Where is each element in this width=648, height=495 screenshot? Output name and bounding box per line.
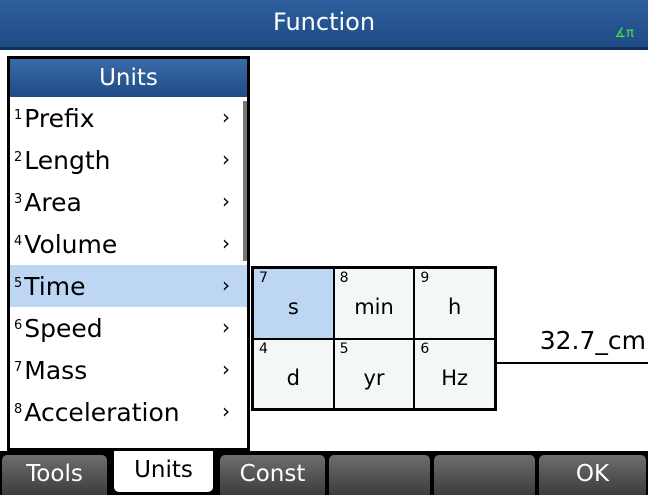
unit-shortcut-key: 8 <box>339 270 349 286</box>
unit-option-d[interactable]: 4 d <box>253 338 334 409</box>
time-unit-picker: 7 s 8 min 9 h 4 d 5 yr 6 Hz <box>251 266 497 411</box>
result-connector-line <box>497 362 648 364</box>
softkey-const[interactable]: Const <box>220 455 325 495</box>
chevron-right-icon: › <box>222 147 230 171</box>
menu-item-area[interactable]: 3 Area › <box>10 181 247 223</box>
chevron-right-icon: › <box>222 273 230 297</box>
unit-label: min <box>354 295 394 319</box>
result-value: 32.7_cm <box>539 326 646 355</box>
menu-item-number: 5 <box>14 275 23 291</box>
unit-option-h[interactable]: 9 h <box>414 268 495 339</box>
softkey-ok[interactable]: OK <box>539 455 646 495</box>
app-title: Function <box>272 8 376 36</box>
units-menu: Units 1 Prefix › 2 Length › 3 Area › 4 V… <box>7 56 250 451</box>
menu-item-label: Time <box>24 271 86 301</box>
menu-item-label: Acceleration <box>24 397 180 427</box>
unit-option-s[interactable]: 7 s <box>253 268 334 339</box>
menu-item-label: Area <box>24 187 82 217</box>
unit-option-min[interactable]: 8 min <box>333 268 415 339</box>
chevron-right-icon: › <box>222 189 230 213</box>
unit-label: h <box>448 295 462 319</box>
chevron-right-icon: › <box>222 357 230 381</box>
softkey-empty-4[interactable] <box>329 455 430 495</box>
menu-item-length[interactable]: 2 Length › <box>10 139 247 181</box>
menu-item-mass[interactable]: 7 Mass › <box>10 349 247 391</box>
menu-item-number: 6 <box>14 317 23 333</box>
chevron-right-icon: › <box>222 399 230 423</box>
unit-option-yr[interactable]: 5 yr <box>333 338 415 409</box>
unit-label: Hz <box>441 365 469 390</box>
unit-label: s <box>287 295 299 319</box>
menu-item-number: 2 <box>14 149 23 165</box>
chevron-right-icon: › <box>222 231 230 255</box>
menu-item-label: Mass <box>24 355 88 385</box>
softkey-tools[interactable]: Tools <box>2 455 107 495</box>
menu-item-label: Volume <box>24 229 118 259</box>
unit-shortcut-key: 6 <box>420 340 430 357</box>
menu-item-label: Length <box>24 145 111 175</box>
unit-shortcut-key: 9 <box>420 270 430 286</box>
unit-label: d <box>286 365 300 390</box>
menu-item-speed[interactable]: 6 Speed › <box>10 307 247 349</box>
chevron-right-icon: › <box>222 315 230 339</box>
menu-item-time[interactable]: 5 Time › <box>10 265 247 307</box>
unit-shortcut-key: 5 <box>339 340 349 357</box>
menu-item-number: 1 <box>14 107 23 123</box>
softkey-empty-5[interactable] <box>434 455 535 495</box>
menu-item-volume[interactable]: 4 Volume › <box>10 223 247 265</box>
softkey-bar: Tools Units Const OK <box>0 451 648 495</box>
menu-item-prefix[interactable]: 1 Prefix › <box>10 97 247 139</box>
menu-item-number: 8 <box>14 401 23 417</box>
menu-item-label: Prefix <box>24 103 95 133</box>
menu-item-number: 4 <box>14 233 23 249</box>
title-bar: Function ∡π <box>0 0 648 50</box>
menu-scrollbar[interactable] <box>243 101 247 261</box>
chevron-right-icon: › <box>222 105 230 129</box>
menu-item-acceleration[interactable]: 8 Acceleration › <box>10 391 247 433</box>
menu-item-number: 7 <box>14 359 23 375</box>
menu-item-number: 3 <box>14 191 23 207</box>
unit-shortcut-key: 4 <box>259 340 268 357</box>
unit-label: yr <box>363 365 385 390</box>
unit-shortcut-key: 7 <box>259 270 268 286</box>
softkey-units[interactable]: Units <box>111 451 216 495</box>
units-menu-title: Units <box>10 59 247 97</box>
unit-option-hz[interactable]: 6 Hz <box>414 338 495 409</box>
menu-item-label: Speed <box>24 313 103 343</box>
angle-mode-indicator: ∡π <box>614 26 634 41</box>
